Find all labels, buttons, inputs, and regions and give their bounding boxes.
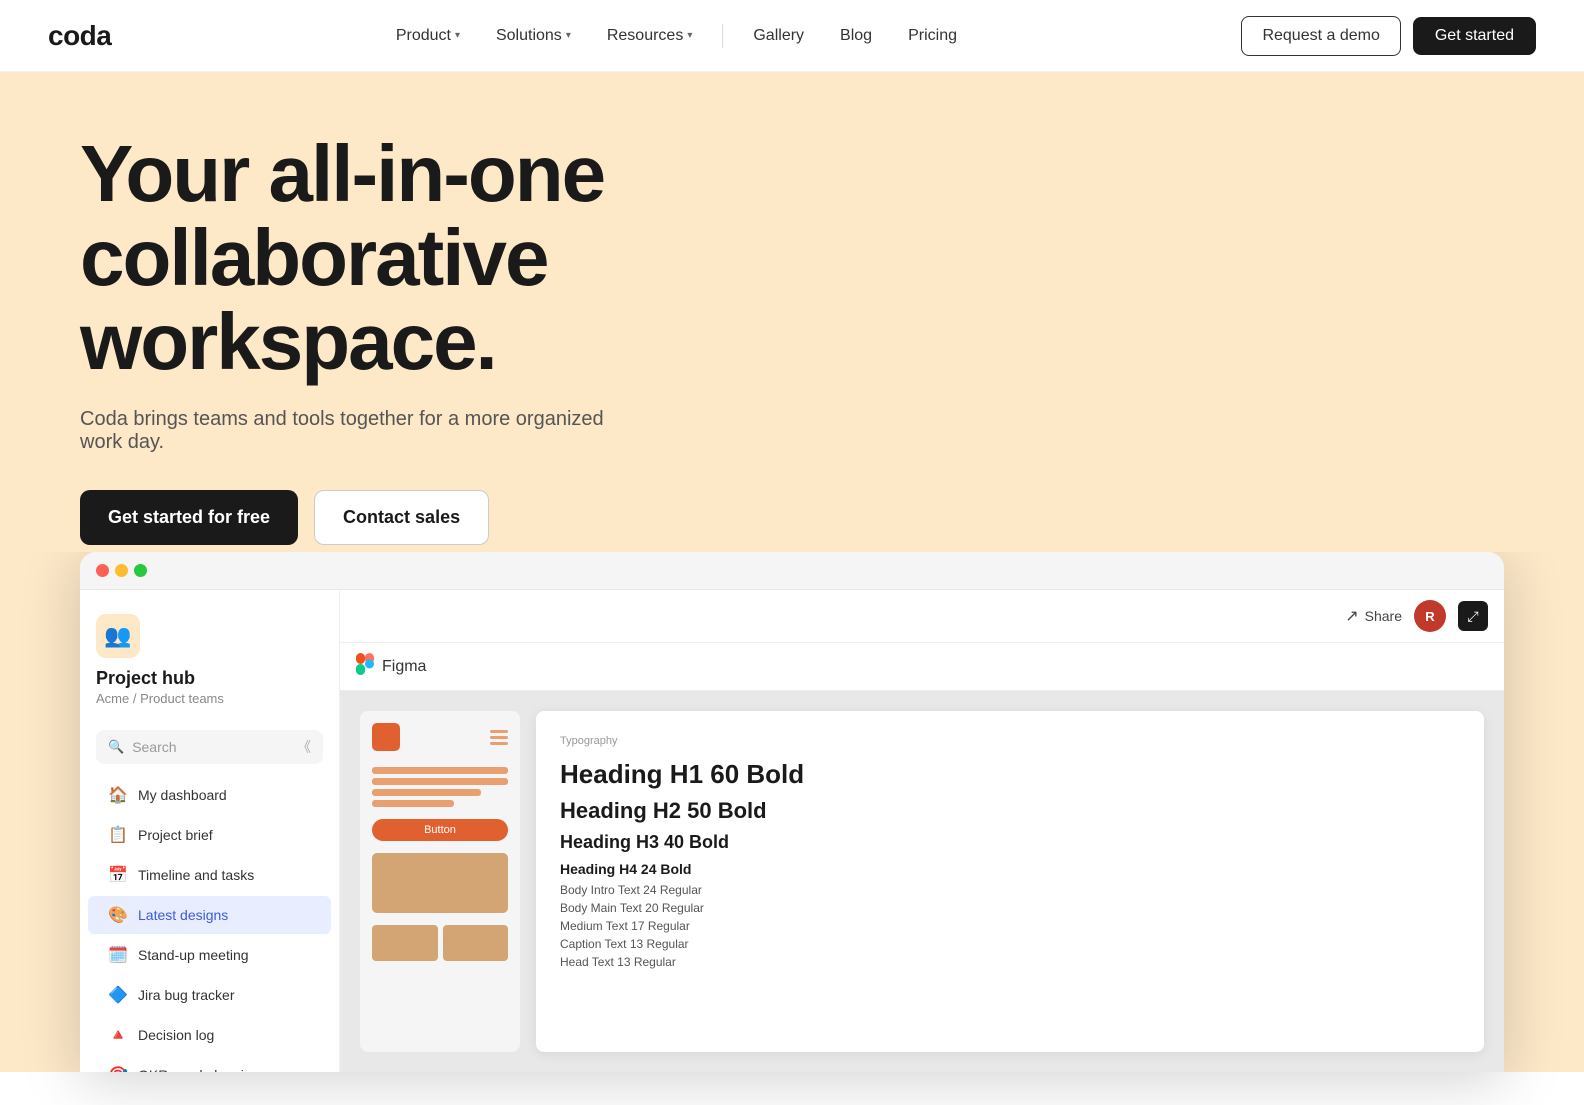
typography-label: Typography [560,735,1460,747]
collapse-icon[interactable]: 《 [297,737,311,757]
designs-icon: 🎨 [108,905,128,925]
sidebar-item-label: Decision log [138,1027,214,1043]
main-content: ↗ Share R ⤢ [340,590,1504,1072]
jira-icon: 🔷 [108,985,128,1005]
standup-icon: 🗓️ [108,945,128,965]
mockup-small-rects [372,925,508,961]
app-window-wrapper: 👥 Project hub Acme / Product teams 🔍 Sea… [0,552,1584,1072]
nav-right: Request a demo Get started [1241,16,1536,56]
timeline-icon: 📅 [108,865,128,885]
sidebar-breadcrumb: Acme / Product teams [96,691,323,706]
chevron-down-icon: ▾ [566,30,571,41]
nav-blog[interactable]: Blog [826,19,886,53]
share-icon: ↗ [1345,606,1358,626]
nav-resources[interactable]: Resources ▾ [593,19,707,53]
sidebar-item-label: Latest designs [138,907,228,923]
typo-caption1: Caption Text 13 Regular [560,937,1460,951]
sidebar-item-label: Timeline and tasks [138,867,254,883]
figma-title: Figma [382,658,426,676]
expand-icon: ⤢ [1467,608,1478,625]
sidebar-header: 👥 Project hub Acme / Product teams [80,606,339,722]
brief-icon: 📋 [108,825,128,845]
share-button[interactable]: ↗ Share [1345,606,1402,626]
nav-gallery[interactable]: Gallery [739,19,818,53]
search-icon: 🔍 [108,739,124,755]
hero-subtitle: Coda brings teams and tools together for… [80,408,640,454]
sidebar-item-okrs[interactable]: 🎯 OKRs and planning [88,1056,331,1072]
typo-h4: Heading H4 24 Bold [560,861,1460,877]
sidebar: 👥 Project hub Acme / Product teams 🔍 Sea… [80,590,340,1072]
sidebar-item-jira[interactable]: 🔷 Jira bug tracker [88,976,331,1014]
ui-mockup-left: Button [360,711,520,1052]
sidebar-item-designs[interactable]: 🎨 Latest designs [88,896,331,934]
sidebar-item-label: My dashboard [138,787,227,803]
workspace-icon: 👥 [96,614,140,658]
sidebar-title: Project hub [96,668,323,689]
request-demo-button[interactable]: Request a demo [1241,16,1400,56]
chevron-down-icon: ▾ [687,30,692,41]
chevron-down-icon: ▾ [455,30,460,41]
hero-buttons: Get started for free Contact sales [80,490,1504,545]
figma-canvas: Button Typography Heading H1 60 Bold He [340,691,1504,1072]
main-toolbar: ↗ Share R ⤢ [340,590,1504,643]
nav-solutions[interactable]: Solutions ▾ [482,19,585,53]
app-window: 👥 Project hub Acme / Product teams 🔍 Sea… [80,552,1504,1072]
typo-body2: Body Main Text 20 Regular [560,901,1460,915]
figma-embed: Figma [340,643,1504,1072]
okrs-icon: 🎯 [108,1065,128,1072]
get-started-free-button[interactable]: Get started for free [80,490,298,545]
mockup-big-rect [372,853,508,913]
minimize-button[interactable] [115,564,128,577]
window-body: 👥 Project hub Acme / Product teams 🔍 Sea… [80,590,1504,1072]
sidebar-item-label: Jira bug tracker [138,987,234,1003]
search-placeholder: Search [132,739,176,755]
nav-links: Product ▾ Solutions ▾ Resources ▾ Galler… [382,19,971,53]
navigation: coda Product ▾ Solutions ▾ Resources ▾ G… [0,0,1584,72]
mockup-button: Button [372,819,508,841]
hero-section: Your all-in-one collaborative workspace.… [0,72,1584,552]
sidebar-item-label: Stand-up meeting [138,947,249,963]
expand-button[interactable]: ⤢ [1458,601,1488,631]
sidebar-item-label: Project brief [138,827,213,843]
close-button[interactable] [96,564,109,577]
dashboard-icon: 🏠 [108,785,128,805]
sidebar-item-decision-log[interactable]: 🔺 Decision log [88,1016,331,1054]
logo[interactable]: coda [48,20,111,52]
nav-divider [722,24,723,48]
figma-header: Figma [340,643,1504,691]
share-label: Share [1365,608,1402,624]
nav-pricing[interactable]: Pricing [894,19,971,53]
typo-h1: Heading H1 60 Bold [560,759,1460,790]
decision-icon: 🔺 [108,1025,128,1045]
window-titlebar [80,552,1504,590]
mockup-rect [372,723,400,751]
figma-icon [356,653,374,680]
typo-h2: Heading H2 50 Bold [560,798,1460,824]
sidebar-item-brief[interactable]: 📋 Project brief [88,816,331,854]
typo-body3: Medium Text 17 Regular [560,919,1460,933]
sidebar-item-timeline[interactable]: 📅 Timeline and tasks [88,856,331,894]
traffic-lights [96,564,147,577]
team-icon: 👥 [104,623,131,649]
sidebar-item-standup[interactable]: 🗓️ Stand-up meeting [88,936,331,974]
get-started-nav-button[interactable]: Get started [1413,17,1536,55]
hero-headline: Your all-in-one collaborative workspace. [80,132,800,384]
typo-h3: Heading H3 40 Bold [560,832,1460,853]
typography-mockup: Typography Heading H1 60 Bold Heading H2… [536,711,1484,1052]
maximize-button[interactable] [134,564,147,577]
typo-caption2: Head Text 13 Regular [560,955,1460,969]
typo-body1: Body Intro Text 24 Regular [560,883,1460,897]
avatar: R [1414,600,1446,632]
search-bar[interactable]: 🔍 Search 《 [96,730,323,764]
contact-sales-button[interactable]: Contact sales [314,490,489,545]
sidebar-nav: 🏠 My dashboard 📋 Project brief 📅 Timelin… [80,776,339,1072]
sidebar-item-dashboard[interactable]: 🏠 My dashboard [88,776,331,814]
nav-product[interactable]: Product ▾ [382,19,474,53]
sidebar-item-label: OKRs and planning [138,1067,259,1072]
